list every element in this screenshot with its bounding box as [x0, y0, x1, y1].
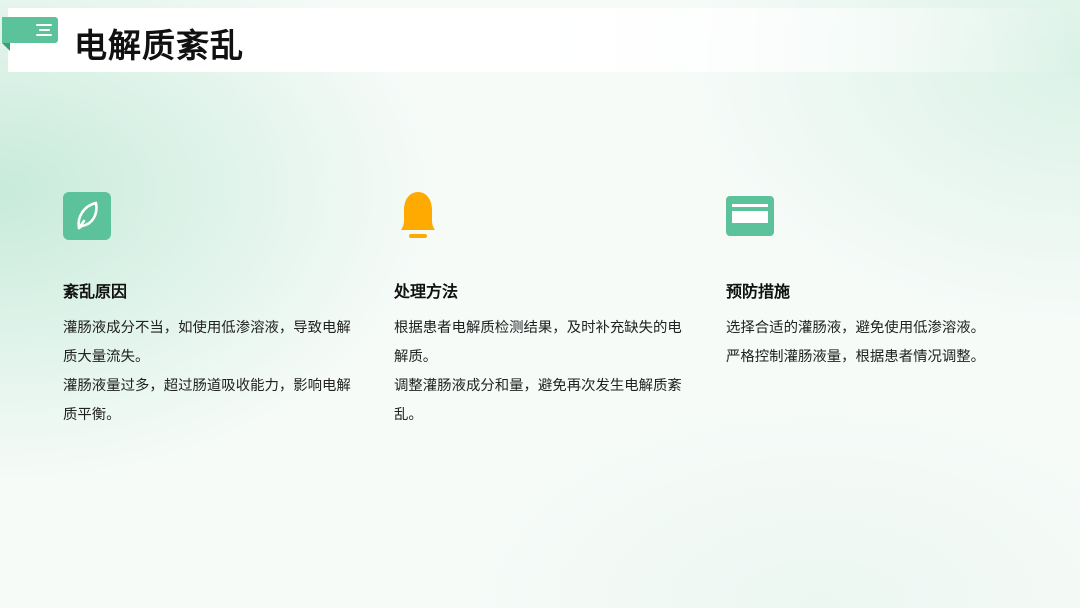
bell-icon — [394, 190, 442, 240]
menu-icon — [36, 23, 52, 37]
slide-background — [0, 0, 1080, 608]
column-body: 选择合适的灌肠液，避免使用低渗溶液。 严格控制灌肠液量，根据患者情况调整。 — [726, 314, 1016, 372]
column-body: 灌肠液成分不当，如使用低渗溶液，导致电解质大量流失。 灌肠液量过多，超过肠道吸收… — [63, 314, 353, 430]
paragraph: 灌肠液成分不当，如使用低渗溶液，导致电解质大量流失。 — [63, 320, 351, 365]
paragraph: 选择合适的灌肠液，避免使用低渗溶液。 — [726, 320, 986, 336]
column-heading: 处理方法 — [394, 282, 459, 301]
column-heading: 预防措施 — [726, 282, 791, 301]
leaf-icon — [63, 190, 111, 240]
paragraph: 严格控制灌肠液量，根据患者情况调整。 — [726, 349, 986, 365]
paragraph: 调整灌肠液成分和量，避免再次发生电解质紊乱。 — [394, 378, 682, 423]
paragraph: 灌肠液量过多，超过肠道吸收能力，影响电解质平衡。 — [63, 378, 351, 423]
title-tag — [2, 17, 58, 51]
column-body: 根据患者电解质检测结果，及时补充缺失的电解质。 调整灌肠液成分和量，避免再次发生… — [394, 314, 684, 430]
paragraph: 根据患者电解质检测结果，及时补充缺失的电解质。 — [394, 320, 682, 365]
page-title: 电解质紊乱 — [74, 26, 244, 65]
card-icon — [726, 190, 774, 240]
column-heading: 紊乱原因 — [63, 282, 128, 301]
